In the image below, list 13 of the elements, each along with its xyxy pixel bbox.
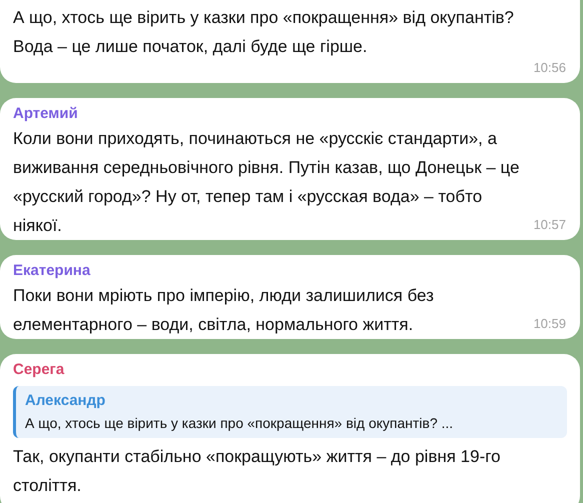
message-text: Коли вони приходять, починаються не «русскіє стандарти», а виживання середньовічного рівня. Путін казав, що Донецьк – це «русский город»? Ну от, тепер там і «русская вода» – тобто ніякої. (13, 128, 520, 237)
message-time: 10:57 (533, 216, 566, 234)
sender-name: Артемий (13, 104, 79, 124)
sender-name: Серега (13, 360, 66, 380)
quoted-sender: Александр (25, 391, 106, 411)
quoted-text: А що, хтось ще вірить у казки про «покращення» від окупантів? ... (25, 414, 454, 433)
message-text: Так, окупанти стабільно «покращують» життя – до рівня 19-го століття. (13, 446, 502, 497)
message-text: Поки вони мріють про імперію, люди залишилися без елементарного – води, світла, нормального життя. (13, 285, 435, 336)
message-text: А що, хтось ще вірить у казки про «покращення» від окупантів? Вода – це лише початок, далі буде ще гірше. (13, 7, 515, 58)
sender-name: Екатерина (13, 261, 92, 281)
message-time: 10:56 (533, 58, 566, 76)
quoted-reply[interactable]: Александр А що, хтось ще вірить у казки про «покращення» від окупантів? ... (13, 386, 567, 438)
message-time: 10:59 (533, 314, 566, 332)
